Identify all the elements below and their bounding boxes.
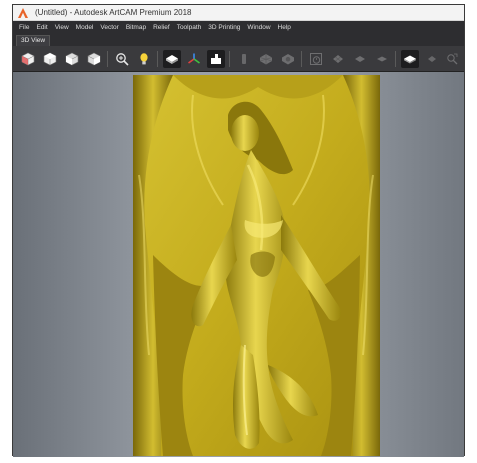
menu-bitmap[interactable]: Bitmap <box>126 24 146 31</box>
model-component-icon[interactable] <box>207 50 225 68</box>
axes-icon[interactable] <box>185 50 203 68</box>
toolbar-separator <box>229 51 230 67</box>
window-title: (Untitled) - Autodesk ArtCAM Premium 201… <box>35 8 192 17</box>
zoom-icon[interactable] <box>113 50 131 68</box>
mesh-alt-icon[interactable] <box>279 50 297 68</box>
view-tab-strip: 3D View <box>13 34 464 46</box>
menu-help[interactable]: Help <box>278 24 291 31</box>
plane-alt-icon[interactable] <box>373 50 391 68</box>
top-view-icon[interactable] <box>41 50 59 68</box>
shaded-relief-icon[interactable] <box>163 50 181 68</box>
menu-toolpath[interactable]: Toolpath <box>177 24 202 31</box>
3d-viewport[interactable] <box>13 72 464 457</box>
plane-icon[interactable] <box>351 50 369 68</box>
render-icon[interactable] <box>401 50 419 68</box>
toolbar-separator <box>157 51 158 67</box>
timer-icon[interactable] <box>307 50 325 68</box>
menu-model[interactable]: Model <box>76 24 94 31</box>
toolbar-separator <box>301 51 302 67</box>
menu-view[interactable]: View <box>55 24 69 31</box>
menu-bar: File Edit View Model Vector Bitmap Relie… <box>13 21 464 34</box>
light-icon[interactable] <box>135 50 153 68</box>
menu-vector[interactable]: Vector <box>100 24 118 31</box>
relief-model[interactable] <box>133 75 380 456</box>
artcam-window: (Untitled) - Autodesk ArtCAM Premium 201… <box>12 4 465 457</box>
grid-toggle-icon[interactable] <box>329 50 347 68</box>
menu-edit[interactable]: Edit <box>36 24 47 31</box>
settings-icon[interactable] <box>423 50 441 68</box>
menu-relief[interactable]: Relief <box>153 24 170 31</box>
front-view-icon[interactable] <box>63 50 81 68</box>
artcam-logo-icon <box>17 7 29 19</box>
relief-layer-icon[interactable] <box>235 50 253 68</box>
mesh-icon[interactable] <box>257 50 275 68</box>
menu-file[interactable]: File <box>19 24 29 31</box>
zoom-extents-icon[interactable] <box>443 50 461 68</box>
tab-3d-view[interactable]: 3D View <box>16 35 51 46</box>
toolbar-separator <box>107 51 108 67</box>
view-toolbar <box>13 46 464 72</box>
menu-window[interactable]: Window <box>247 24 270 31</box>
menu-3d-printing[interactable]: 3D Printing <box>208 24 240 31</box>
iso-view-icon[interactable] <box>19 50 37 68</box>
toolbar-separator <box>395 51 396 67</box>
title-bar: (Untitled) - Autodesk ArtCAM Premium 201… <box>13 5 464 21</box>
side-view-icon[interactable] <box>85 50 103 68</box>
